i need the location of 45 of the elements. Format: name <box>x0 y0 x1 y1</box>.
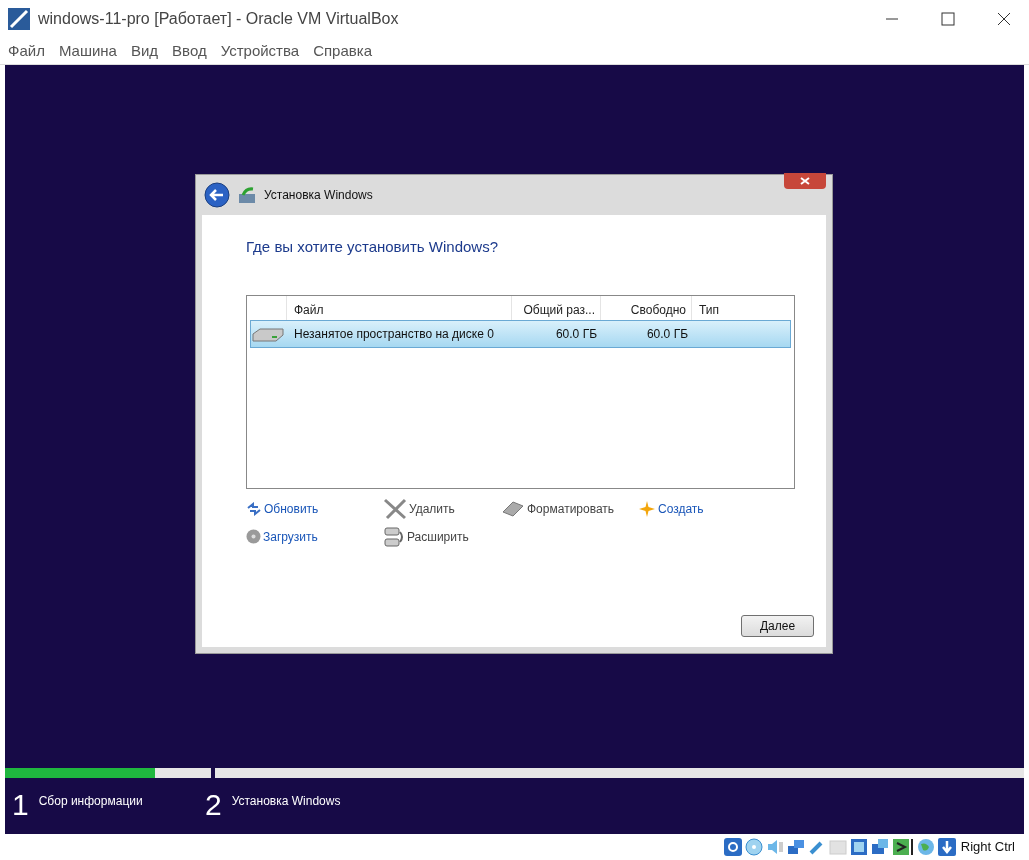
step-number: 1 <box>12 790 29 820</box>
menu-item[interactable]: Устройства <box>220 39 300 63</box>
display-icon[interactable] <box>849 837 868 856</box>
drive-icon <box>501 499 525 518</box>
action-link[interactable]: Удалить <box>409 499 455 518</box>
column-header[interactable]: Файл <box>287 295 512 320</box>
action-link[interactable]: Загрузить <box>263 527 318 546</box>
dialog-close-button[interactable] <box>784 173 826 189</box>
capture-icon[interactable] <box>870 837 889 856</box>
menu-item[interactable]: Вид <box>130 39 159 63</box>
table-cell-text: 60.0 ГБ <box>645 325 688 343</box>
step-label: Сбор информации <box>38 793 143 810</box>
close-icon <box>800 177 810 185</box>
menu-item[interactable]: Ввод <box>172 39 207 63</box>
app-logo-icon <box>8 8 30 30</box>
action-link[interactable]: Расширить <box>407 527 469 546</box>
refresh-icon <box>246 501 262 516</box>
column-header[interactable]: Тип <box>692 295 719 320</box>
table-cell-text: Незанятое пространство на диске 0 <box>294 325 495 343</box>
column-header[interactable]: Свободно <box>601 295 692 320</box>
close-icon[interactable] <box>997 12 1011 26</box>
host-key-label: Right Ctrl <box>960 837 1015 856</box>
next-button[interactable]: Далее <box>741 615 814 637</box>
disc-icon <box>246 529 261 544</box>
setup-icon <box>238 186 256 204</box>
action-link[interactable]: Создать <box>658 499 704 518</box>
step-number: 2 <box>205 790 222 820</box>
maximize-icon[interactable] <box>941 12 955 26</box>
menu-item[interactable]: Машина <box>58 39 117 63</box>
cross-icon <box>383 497 407 520</box>
menu-item[interactable]: Файл <box>8 39 45 63</box>
dialog-heading: Где вы хотите установить Windows? <box>246 237 499 257</box>
menu-item[interactable]: Справка <box>313 39 372 63</box>
window-title: windows-11-pro [Работает] - Oracle VM VirtualBox <box>38 9 400 29</box>
action-link[interactable]: Форматировать <box>527 499 615 518</box>
optical-disc-icon[interactable] <box>744 837 763 856</box>
globe-icon[interactable] <box>916 837 935 856</box>
table-cell-text: 60.0 ГБ <box>554 325 597 343</box>
network-icon[interactable] <box>786 837 805 856</box>
drive-stack-icon <box>383 525 405 548</box>
partition-row[interactable]: Незанятое пространство на диске 0 60.0 ГБ 60.0 ГБ <box>250 319 791 348</box>
step-label: Установка Windows <box>231 793 341 810</box>
action-link[interactable]: Обновить <box>264 499 319 518</box>
column-header[interactable]: Общий раз... <box>512 295 601 320</box>
dialog-title: Установка Windows <box>264 187 373 204</box>
